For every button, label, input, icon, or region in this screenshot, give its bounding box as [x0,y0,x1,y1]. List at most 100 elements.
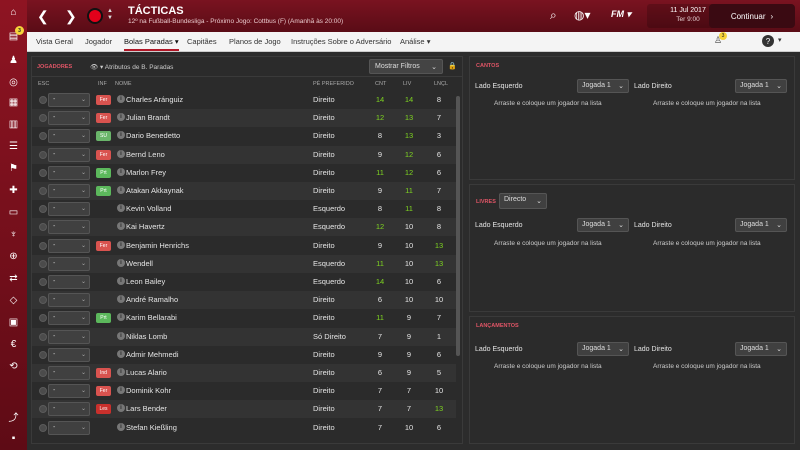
row-radio[interactable] [39,405,47,414]
table-row[interactable]: - ⌄ Prt i Karim Bellarabi Direito 11 9 7 [32,309,456,327]
row-radio[interactable] [39,96,47,104]
row-role-select[interactable]: - ⌄ [48,129,90,144]
tab-instrucoes-adversario[interactable]: Instruções Sobre o Adversário [291,37,391,46]
info-icon[interactable]: i [117,404,125,413]
status-badge[interactable]: Fer [96,113,111,124]
row-role-select[interactable]: - ⌄ [48,311,90,326]
free-kicks-left-dropzone[interactable]: Arraste e coloque um jogador na lista [494,240,602,247]
data-hub-icon[interactable]: ▥ [7,118,20,131]
corners-left-select[interactable]: Jogada 1 ⌄ [577,79,629,93]
free-kicks-right-select[interactable]: Jogada 1 ⌄ [735,218,787,232]
info-icon[interactable]: i [117,167,125,176]
info-icon[interactable]: i [117,368,125,376]
player-name[interactable]: Atakan Akkaynak [126,186,184,195]
status-badge[interactable]: Les [96,404,111,415]
info-icon[interactable]: i [117,204,125,213]
status-badge[interactable]: SU [96,131,111,142]
club-vision-icon[interactable]: ◇ [7,294,20,307]
status-badge[interactable]: Prt [96,313,111,324]
player-name[interactable]: Kai Havertz [126,222,165,231]
table-row[interactable]: - ⌄ i André Ramalho Direito 6 10 10 [32,291,456,310]
status-badge[interactable]: Fer [96,95,111,105]
status-badge[interactable]: Prt [96,167,111,178]
tab-capitaes[interactable]: Capitães [187,37,217,46]
info-icon[interactable]: i [117,349,125,358]
row-radio[interactable] [39,332,47,341]
info-icon[interactable]: i [117,186,125,194]
home-icon[interactable]: ⌂ [7,6,20,19]
row-radio[interactable] [39,387,47,396]
scouting-icon[interactable]: ⊕ [7,250,20,263]
player-name[interactable]: Wendell [126,259,153,268]
manager-icon[interactable]: ⤴ [7,410,20,424]
player-name[interactable]: Charles Aránguiz [126,95,183,104]
dynamics-icon[interactable]: ◎ [7,76,20,89]
row-role-select[interactable]: - ⌄ [48,329,90,344]
table-row[interactable]: - ⌄ SU i Dario Benedetto Direito 8 13 3 [32,127,456,145]
fm-menu-button[interactable]: FM ▾ [611,9,631,20]
info-icon[interactable]: i [117,240,125,249]
money-icon[interactable]: € [7,338,20,351]
table-row[interactable]: - ⌄ Fer i Dominik Kohr Direito 7 7 10 [32,382,456,400]
search-icon[interactable]: ⌕ [550,8,557,23]
player-name[interactable]: Leon Bailey [126,277,165,286]
row-role-select[interactable]: - ⌄ [48,384,90,399]
info-icon[interactable]: i [117,386,125,395]
status-badge[interactable]: Fer [96,149,111,160]
row-role-select[interactable]: - ⌄ [48,93,90,107]
player-name[interactable]: Benjamin Henrichs [126,241,189,250]
table-row[interactable]: - ⌄ Fer i Bernd Leno Direito 9 12 6 [32,145,456,164]
info-icon[interactable]: i [117,313,125,322]
info-icon[interactable]: i [117,331,125,340]
attributes-view-selector[interactable]: 👁 ▾ Atributos de B. Paradas [90,63,173,71]
tab-analise[interactable]: Análise ▾ [400,37,430,46]
player-name[interactable]: André Ramalho [126,295,178,304]
player-name[interactable]: Bernd Leno [126,150,165,159]
info-icon[interactable]: i [117,113,125,122]
table-row[interactable]: - ⌄ i Niklas Lomb Só Direito 7 9 1 [32,327,456,346]
row-radio[interactable] [39,241,47,250]
table-row[interactable]: - ⌄ i Kevin Volland Esquerdo 8 11 8 [32,200,456,218]
free-kicks-left-select[interactable]: Jogada 1 ⌄ [577,218,629,232]
row-role-select[interactable]: - ⌄ [48,220,90,235]
row-radio[interactable] [39,259,47,268]
table-row[interactable]: - ⌄ Fer i Charles Aránguiz Direito 14 14 8 [32,91,456,109]
player-name[interactable]: Stefan Kießling [126,423,177,432]
continue-button[interactable]: Continuar › [709,4,795,28]
info-icon[interactable]: i [117,95,125,103]
row-role-select[interactable]: - ⌄ [48,165,90,180]
info-icon[interactable]: i [117,222,125,231]
info-icon[interactable]: i [117,149,125,158]
corners-right-select[interactable]: Jogada 1 ⌄ [735,79,787,93]
col-liv[interactable]: LIV [403,81,411,87]
row-role-select[interactable]: - ⌄ [48,202,90,217]
player-name[interactable]: Lars Bender [126,404,167,413]
row-role-select[interactable]: - ⌄ [48,366,90,380]
player-name[interactable]: Marlon Frey [126,168,166,177]
free-kicks-right-dropzone[interactable]: Arraste e coloque um jogador na lista [653,240,761,247]
row-radio[interactable] [39,350,47,359]
filter-dropdown[interactable]: Mostrar Filtros ⌄ [369,59,443,74]
free-kicks-mode-select[interactable]: Directo ⌄ [499,193,547,209]
competitions-icon[interactable]: ♆ [7,228,20,241]
table-row[interactable]: - ⌄ Fer i Benjamin Henrichs Direito 9 10 13 [32,237,456,255]
row-radio[interactable] [39,369,47,377]
row-role-select[interactable]: - ⌄ [48,420,90,435]
player-name[interactable]: Lucas Alario [126,368,167,377]
tactics-icon[interactable]: ▦ [7,96,20,109]
back-icon[interactable]: ❮ [37,8,49,25]
col-pe-preferido[interactable]: PÉ PREFERIDO [313,81,354,87]
status-badge[interactable]: Ind [96,368,111,378]
row-radio[interactable] [39,278,47,286]
table-row[interactable]: - ⌄ i Wendell Esquerdo 11 10 13 [32,254,456,273]
staff-icon[interactable]: ☰ [7,140,20,153]
club-switch-icon[interactable]: ▲ ▼ [107,8,113,22]
table-row[interactable]: - ⌄ Prt i Marlon Frey Direito 11 12 6 [32,164,456,182]
row-radio[interactable] [39,205,47,214]
player-name[interactable]: Kevin Volland [126,204,171,213]
info-icon[interactable]: i [117,131,125,140]
row-role-select[interactable]: - ⌄ [48,256,90,271]
tab-vista-geral[interactable]: Vista Geral [36,37,73,46]
row-radio[interactable] [39,132,47,141]
calendar-icon[interactable]: ▭ [7,206,20,219]
